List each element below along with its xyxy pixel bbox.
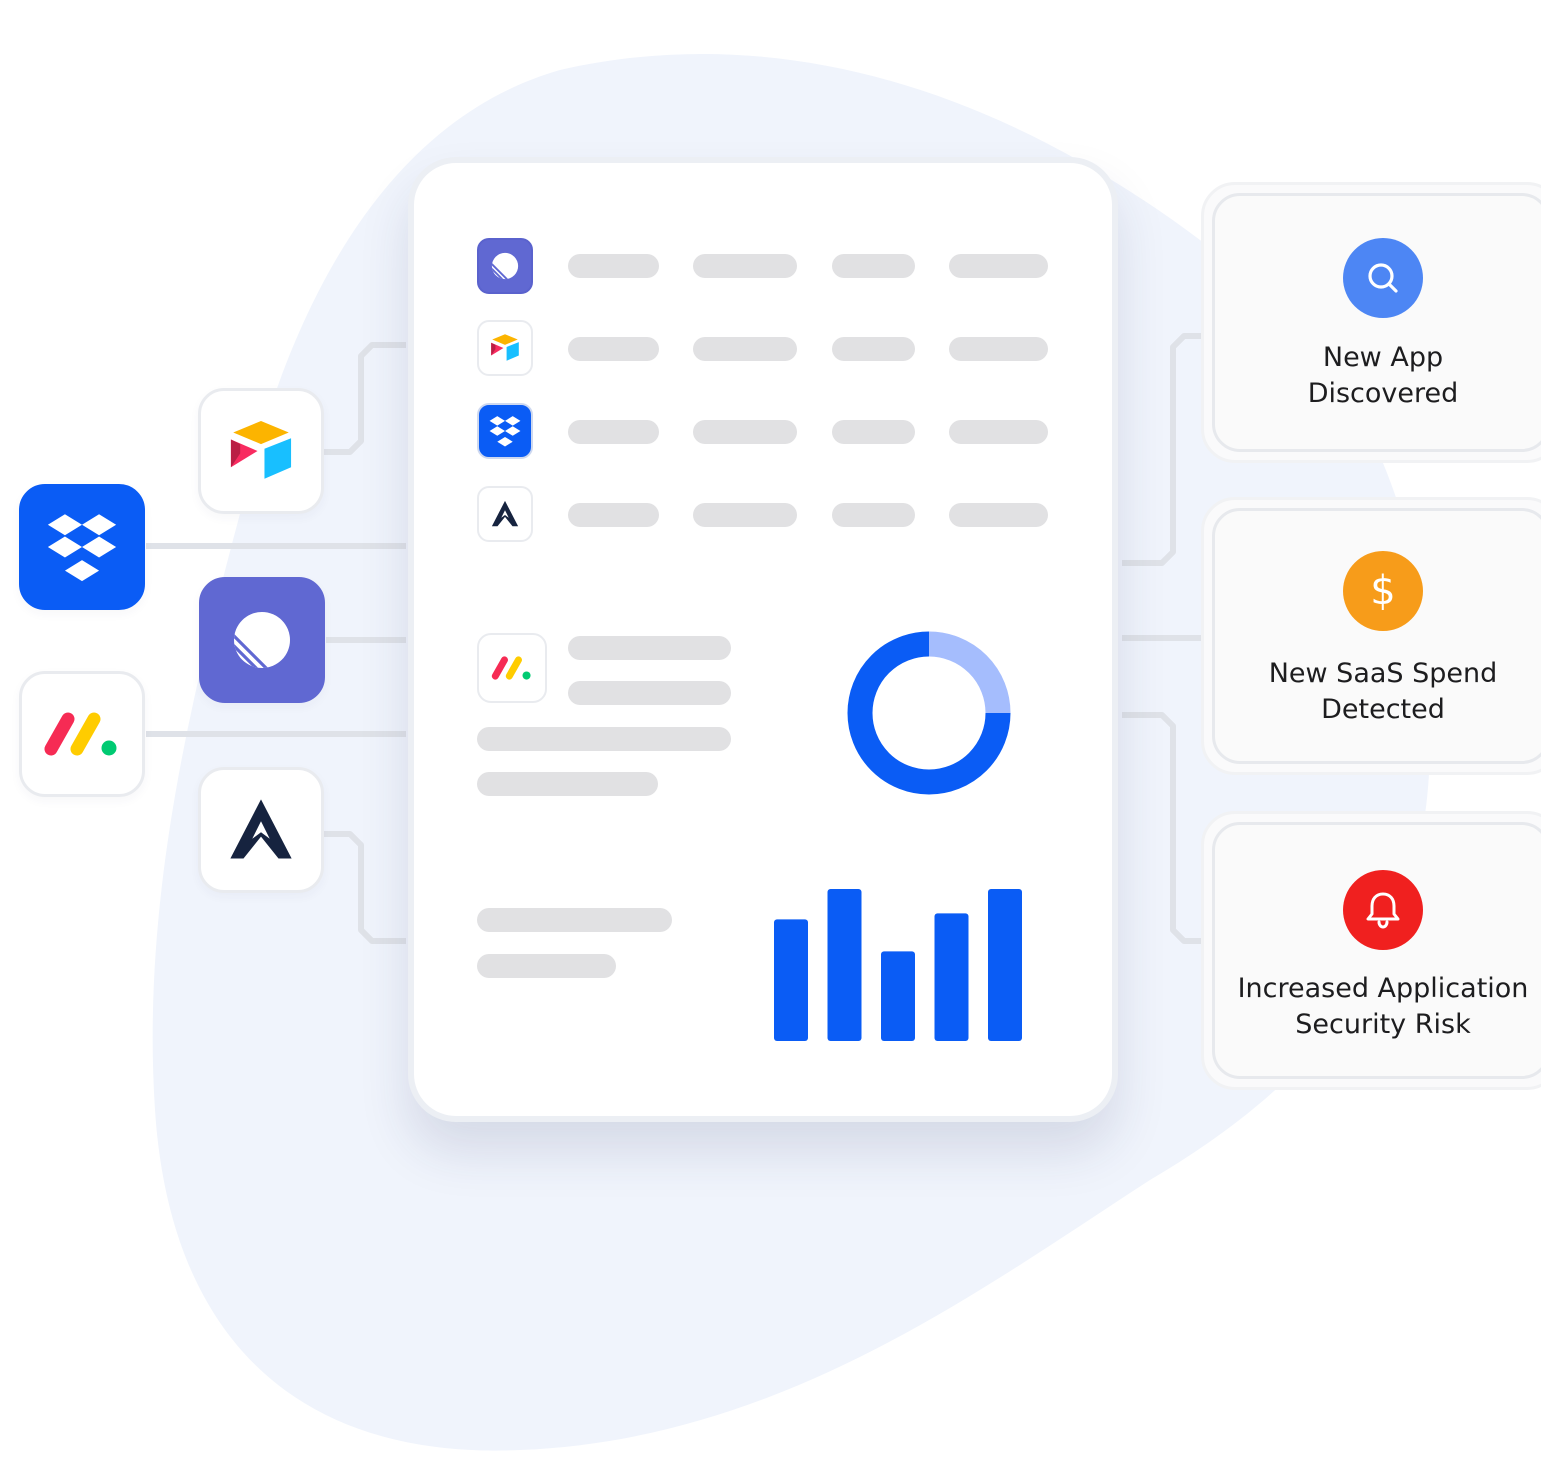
alert-text: New SaaS Spend Detected: [1268, 658, 1498, 725]
row-dropbox-app-icon: [477, 403, 533, 459]
linear-icon: [234, 612, 290, 668]
dropbox-app-tile[interactable]: [19, 484, 145, 610]
detail-placeholder-3: [477, 727, 731, 751]
alert-text: New App Discovered: [1307, 342, 1459, 409]
row4-placeholder-4: [949, 503, 1048, 527]
dollar-icon: $: [1343, 551, 1423, 631]
donut-chart: [847, 631, 1011, 795]
row4-placeholder-3: [832, 503, 915, 527]
alert-text: Increased Application Security Risk: [1237, 973, 1529, 1040]
bar-chart: [774, 889, 1022, 1041]
monday-icon: [491, 656, 531, 680]
row3-placeholder-4: [949, 420, 1048, 444]
arcadia-icon: [230, 799, 292, 859]
row-airtable-app-icon: [477, 320, 533, 376]
monday-app-tile[interactable]: [19, 671, 145, 797]
row-linear-app-icon: [477, 238, 533, 294]
bell-icon: [1343, 870, 1423, 950]
airtable-icon: [230, 420, 292, 479]
linear-icon: [491, 252, 519, 280]
dollar-symbol: $: [1370, 568, 1396, 614]
alert-card-inner: $ New SaaS Spend Detected: [1212, 508, 1541, 764]
detail-placeholder-4: [477, 772, 658, 796]
dropbox-icon: [489, 416, 521, 447]
bar-3: [881, 951, 915, 1041]
row3-placeholder-3: [832, 420, 915, 444]
linear-app-tile[interactable]: [199, 577, 325, 703]
donut-segment-light: [928, 631, 1011, 714]
arcadia-app-tile[interactable]: [198, 767, 324, 893]
chart-placeholder-1: [477, 908, 672, 932]
row1-placeholder-3: [832, 254, 915, 278]
row-arcadia-app-icon: [477, 486, 533, 542]
bar-5: [988, 889, 1022, 1041]
row2-placeholder-1: [568, 337, 659, 361]
dropbox-icon: [47, 514, 117, 582]
row1-placeholder-4: [949, 254, 1048, 278]
bar-1: [774, 919, 808, 1041]
detail-placeholder-1: [568, 636, 731, 660]
bar-4: [934, 913, 969, 1041]
alert-card-new-app[interactable]: New App Discovered: [1201, 182, 1541, 463]
alert-card-inner: New App Discovered: [1212, 193, 1541, 452]
row3-placeholder-1: [568, 420, 659, 444]
row3-placeholder-2: [693, 420, 797, 444]
alert-card-saas-spend[interactable]: $ New SaaS Spend Detected: [1201, 497, 1541, 775]
chart-placeholder-2: [477, 954, 616, 978]
bar-2: [827, 889, 862, 1041]
monday-icon: [44, 712, 117, 756]
row1-placeholder-2: [693, 254, 797, 278]
search-icon: [1343, 238, 1423, 318]
row4-placeholder-1: [568, 503, 659, 527]
alert-card-security-risk[interactable]: Increased Application Security Risk: [1201, 811, 1541, 1090]
row2-placeholder-3: [832, 337, 915, 361]
row1-placeholder-1: [568, 254, 659, 278]
airtable-icon: [491, 334, 519, 361]
airtable-app-tile[interactable]: [198, 388, 324, 514]
arcadia-icon: [491, 500, 519, 527]
row2-placeholder-2: [693, 337, 797, 361]
alert-card-inner: Increased Application Security Risk: [1212, 822, 1541, 1079]
row2-placeholder-4: [949, 337, 1048, 361]
row4-placeholder-2: [693, 503, 797, 527]
detail-placeholder-2: [568, 681, 731, 705]
detail-monday-app-icon: [477, 633, 547, 703]
